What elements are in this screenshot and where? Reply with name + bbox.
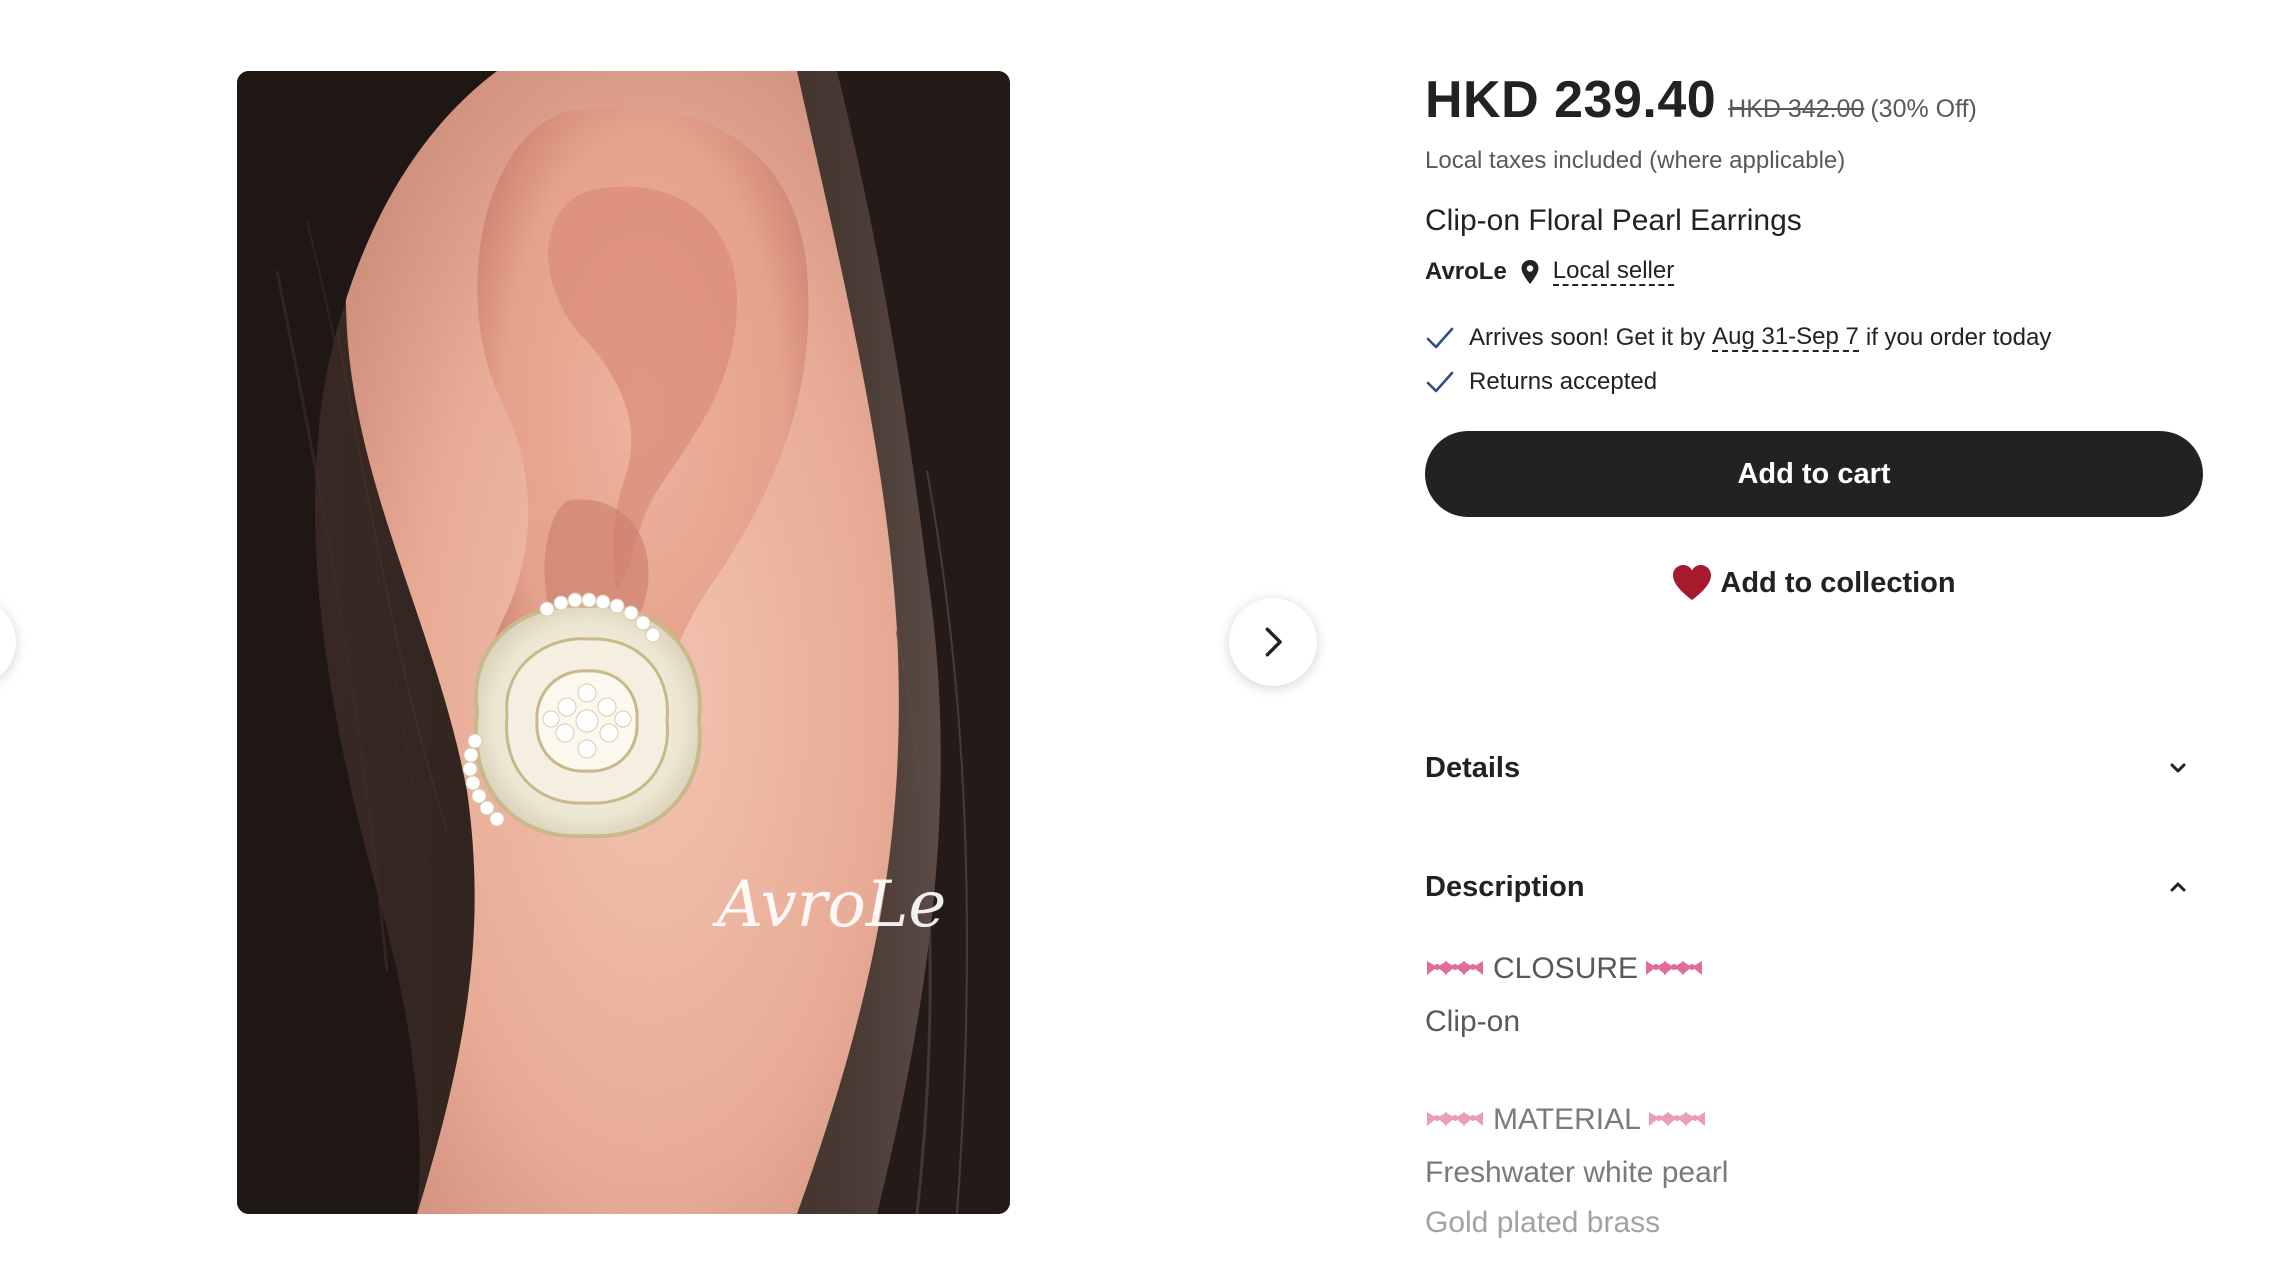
material-heading: MATERIAL xyxy=(1493,1103,1641,1136)
carousel-next-button[interactable] xyxy=(1229,598,1317,686)
material-item: Gold plated brass xyxy=(1425,1206,1661,1239)
check-icon xyxy=(1425,323,1455,353)
delivery-suffix: if you order today xyxy=(1865,324,2052,351)
description-accordion-toggle[interactable]: Description xyxy=(1425,857,2203,917)
product-image[interactable]: AvroLe xyxy=(237,71,1010,1214)
original-price: HKD 342.00 xyxy=(1728,95,1865,123)
add-to-cart-button[interactable]: Add to cart xyxy=(1425,431,2203,517)
watermark-signature: AvroLe xyxy=(712,868,946,942)
closure-heading-line: CLOSURE xyxy=(1425,952,1706,986)
material-heading-line: MATERIAL xyxy=(1425,1103,1709,1137)
product-photo: AvroLe xyxy=(237,71,1010,1214)
ribbon-bow-emoji xyxy=(1425,1104,1487,1136)
chevron-up-icon xyxy=(2163,872,2193,902)
shop-row: AvroLe Local seller xyxy=(1425,258,1675,286)
discount-label: (30% Off) xyxy=(1870,95,1977,123)
closure-value: Clip-on xyxy=(1425,1005,1521,1038)
chevron-right-icon xyxy=(1265,627,1282,657)
map-pin-icon xyxy=(1521,260,1539,284)
chevron-down-icon xyxy=(2163,753,2193,783)
delivery-perk: Arrives soon! Get it by Aug 31-Sep 7 if … xyxy=(1425,323,2051,353)
ribbon-bow-emoji xyxy=(1644,953,1706,985)
sale-price: HKD 239.40 xyxy=(1425,71,1717,129)
delivery-prefix: Arrives soon! Get it by xyxy=(1469,324,1706,351)
description-heading: Description xyxy=(1425,870,1585,903)
check-icon xyxy=(1425,367,1455,397)
local-seller-link[interactable]: Local seller xyxy=(1552,258,1675,286)
price-row: HKD 239.40 HKD 342.00 (30% Off) xyxy=(1425,70,1977,130)
ribbon-bow-emoji xyxy=(1647,1104,1709,1136)
carousel-prev-button[interactable] xyxy=(0,598,16,686)
delivery-dates-link[interactable]: Aug 31-Sep 7 xyxy=(1712,324,1859,352)
add-to-collection-label: Add to collection xyxy=(1720,566,1956,599)
heart-icon xyxy=(1672,564,1712,602)
taxes-note: Local taxes included (where applicable) xyxy=(1425,147,1846,174)
details-accordion-toggle[interactable]: Details xyxy=(1425,738,2203,798)
closure-heading: CLOSURE xyxy=(1493,952,1639,985)
details-heading: Details xyxy=(1425,751,1521,784)
image-gallery: AvroLe xyxy=(0,0,1340,1280)
ribbon-bow-emoji xyxy=(1425,953,1487,985)
returns-perk: Returns accepted xyxy=(1425,367,1657,397)
listing-title: Clip-on Floral Pearl Earrings xyxy=(1425,204,1802,237)
shop-name-link[interactable]: AvroLe xyxy=(1425,258,1507,286)
material-item: Freshwater white pearl xyxy=(1425,1156,1729,1189)
add-to-collection-button[interactable]: Add to collection xyxy=(1425,555,2203,611)
returns-label: Returns accepted xyxy=(1469,368,1658,395)
